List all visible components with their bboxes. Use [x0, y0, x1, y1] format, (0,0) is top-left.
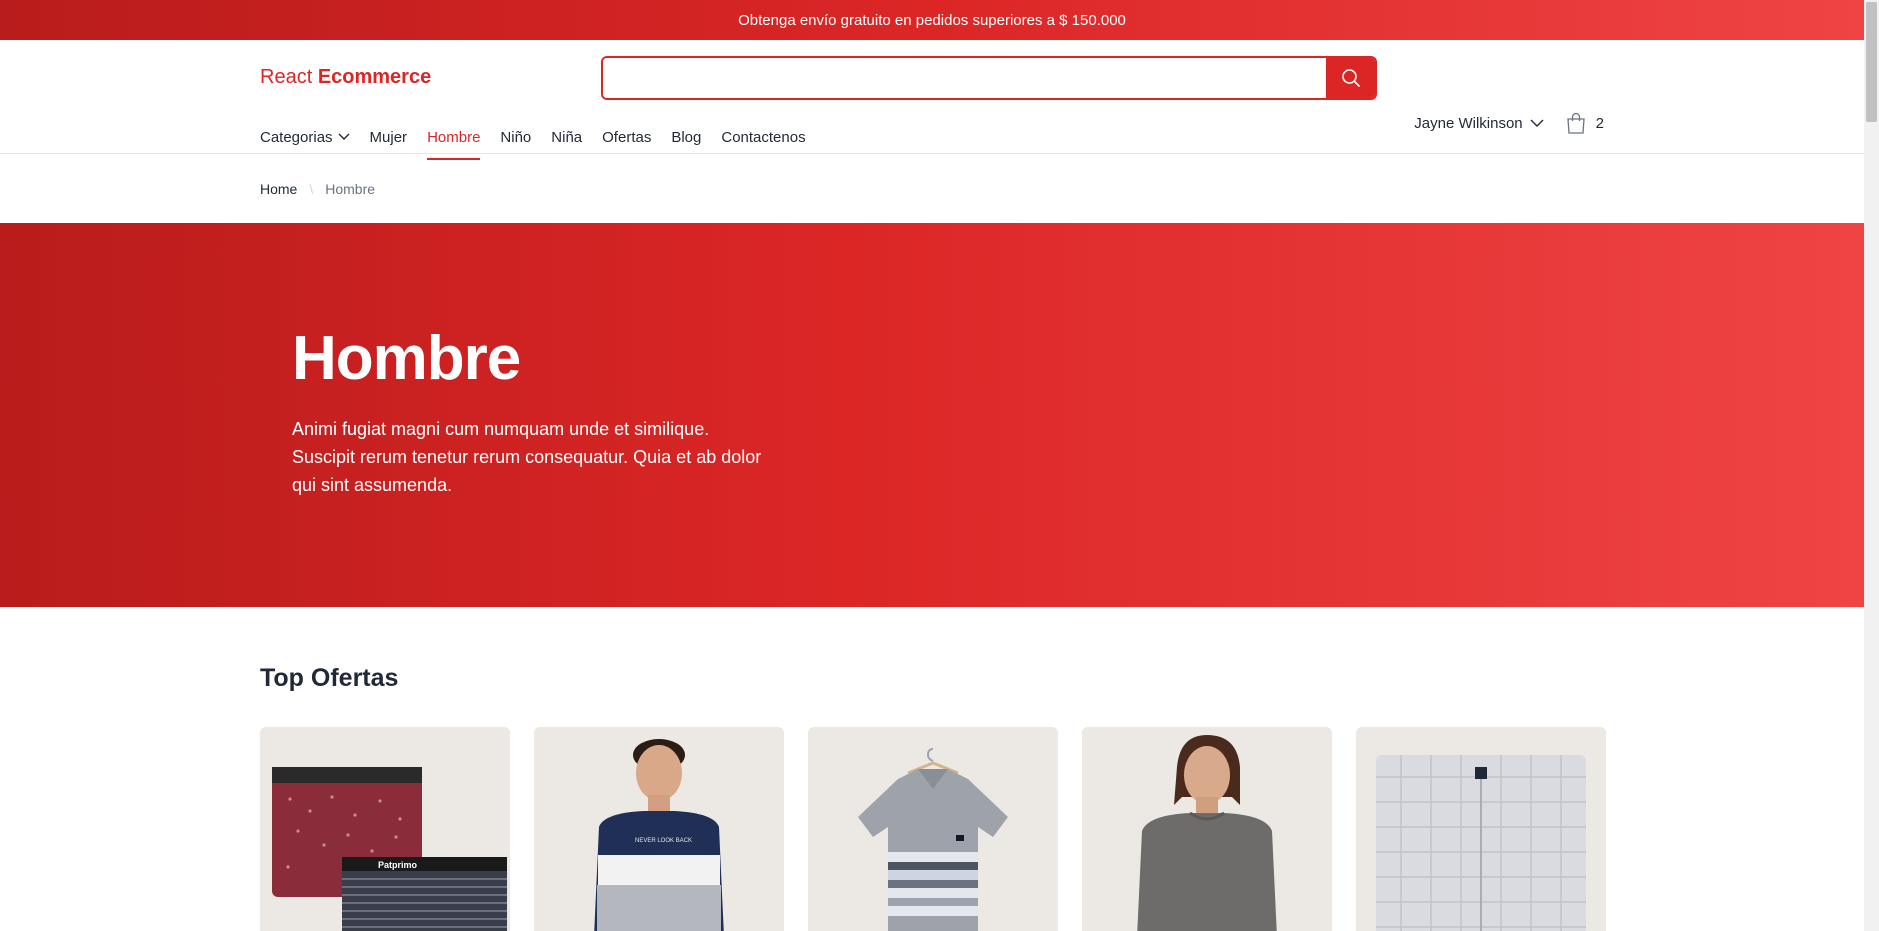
nav-mujer[interactable]: Mujer [370, 120, 408, 154]
chevron-down-icon [338, 133, 350, 141]
search-bar [601, 56, 1377, 100]
search-icon [1341, 69, 1360, 87]
logo[interactable]: React Ecommerce [260, 66, 431, 89]
product-card[interactable]: Patprimo [260, 727, 510, 931]
logo-bold-text: Ecommerce [317, 66, 432, 88]
scrollbar[interactable] [1864, 0, 1879, 931]
product-image: NEVER LOOK BACK [594, 739, 724, 931]
cart-button[interactable]: 2 [1566, 112, 1604, 134]
section-title: Top Ofertas [260, 664, 399, 692]
cart-count: 2 [1595, 114, 1604, 132]
nav-label: Ofertas [602, 128, 652, 146]
nav-ofertas[interactable]: Ofertas [602, 120, 651, 154]
breadcrumb: Home \ Hombre [260, 181, 375, 197]
search-input[interactable] [603, 58, 1326, 98]
product-card[interactable]: NEVER LOOK BACK [534, 727, 784, 931]
user-menu[interactable]: Jayne Wilkinson [1414, 114, 1544, 132]
nav-contactenos[interactable]: Contactenos [721, 120, 805, 154]
nav-label: Contactenos [721, 128, 806, 146]
breadcrumb-separator: \ [309, 181, 314, 197]
user-area: Jayne Wilkinson 2 [1414, 112, 1604, 134]
nav-label: Niño [500, 128, 532, 146]
breadcrumb-home[interactable]: Home [260, 181, 297, 197]
nav-label: Blog [671, 128, 702, 146]
nav-label: Hombre [427, 128, 481, 146]
nav-label: Categorias [260, 128, 333, 146]
product-image [1376, 755, 1586, 931]
hero-description: Animi fugiat magni cum numquam unde et s… [292, 419, 762, 495]
product-image: Patprimo [272, 767, 507, 931]
shopping-bag-icon [1566, 112, 1585, 134]
product-image [858, 748, 1008, 931]
nav-categorias[interactable]: Categorias [260, 120, 350, 154]
scrollbar-thumb[interactable] [1866, 2, 1877, 122]
site-header: React Ecommerce Categorias Mujer Hombre … [0, 40, 1864, 160]
nav-nino[interactable]: Niño [500, 120, 531, 154]
hero-title: Hombre [292, 324, 521, 393]
nav-hombre[interactable]: Hombre [427, 120, 481, 160]
nav-label: Mujer [369, 128, 408, 146]
product-brand-label: Patprimo [378, 860, 418, 870]
hero-banner: Hombre Animi fugiat magni cum numquam un… [0, 223, 1864, 607]
main-nav: Categorias Mujer Hombre Niño Niña Oferta… [260, 120, 826, 160]
chevron-down-icon [1530, 119, 1544, 128]
promo-bar: Obtenga envío gratuito en pedidos superi… [0, 0, 1864, 40]
product-card[interactable] [1082, 727, 1332, 931]
product-grid: Patprimo NEVER LOOK BACK [260, 727, 1606, 931]
product-image [1137, 735, 1277, 931]
nav-label: Niña [551, 128, 583, 146]
breadcrumb-current: Hombre [325, 181, 376, 197]
logo-light-text: React [260, 66, 313, 88]
promo-text: Obtenga envío gratuito en pedidos superi… [738, 11, 1126, 29]
product-card[interactable] [1356, 727, 1606, 931]
nav-blog[interactable]: Blog [671, 120, 701, 154]
search-button[interactable] [1326, 58, 1375, 98]
product-card[interactable] [808, 727, 1058, 931]
nav-nina[interactable]: Niña [551, 120, 582, 154]
user-name: Jayne Wilkinson [1414, 114, 1523, 132]
product-shirt-print: NEVER LOOK BACK [635, 838, 692, 844]
